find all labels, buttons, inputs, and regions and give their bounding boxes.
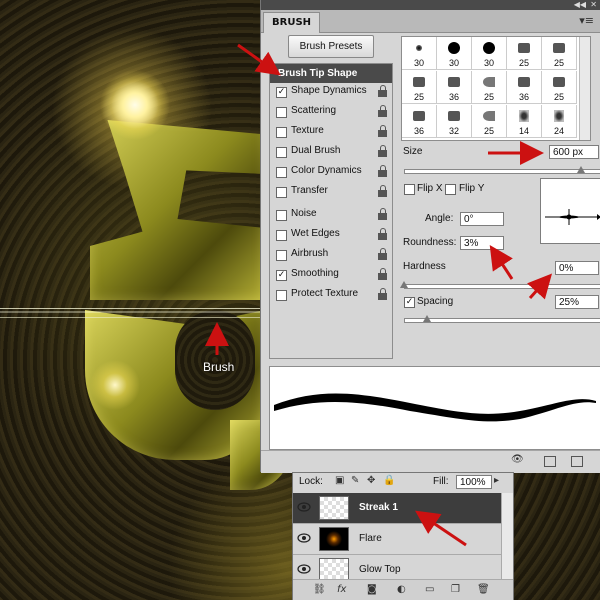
arrow-to-hardness xyxy=(527,273,553,300)
arrow-to-roundness xyxy=(489,244,514,280)
arrow-to-streak-layer xyxy=(415,510,467,547)
annotation-arrows xyxy=(205,43,553,547)
arrow-to-tip-shape xyxy=(237,43,281,76)
